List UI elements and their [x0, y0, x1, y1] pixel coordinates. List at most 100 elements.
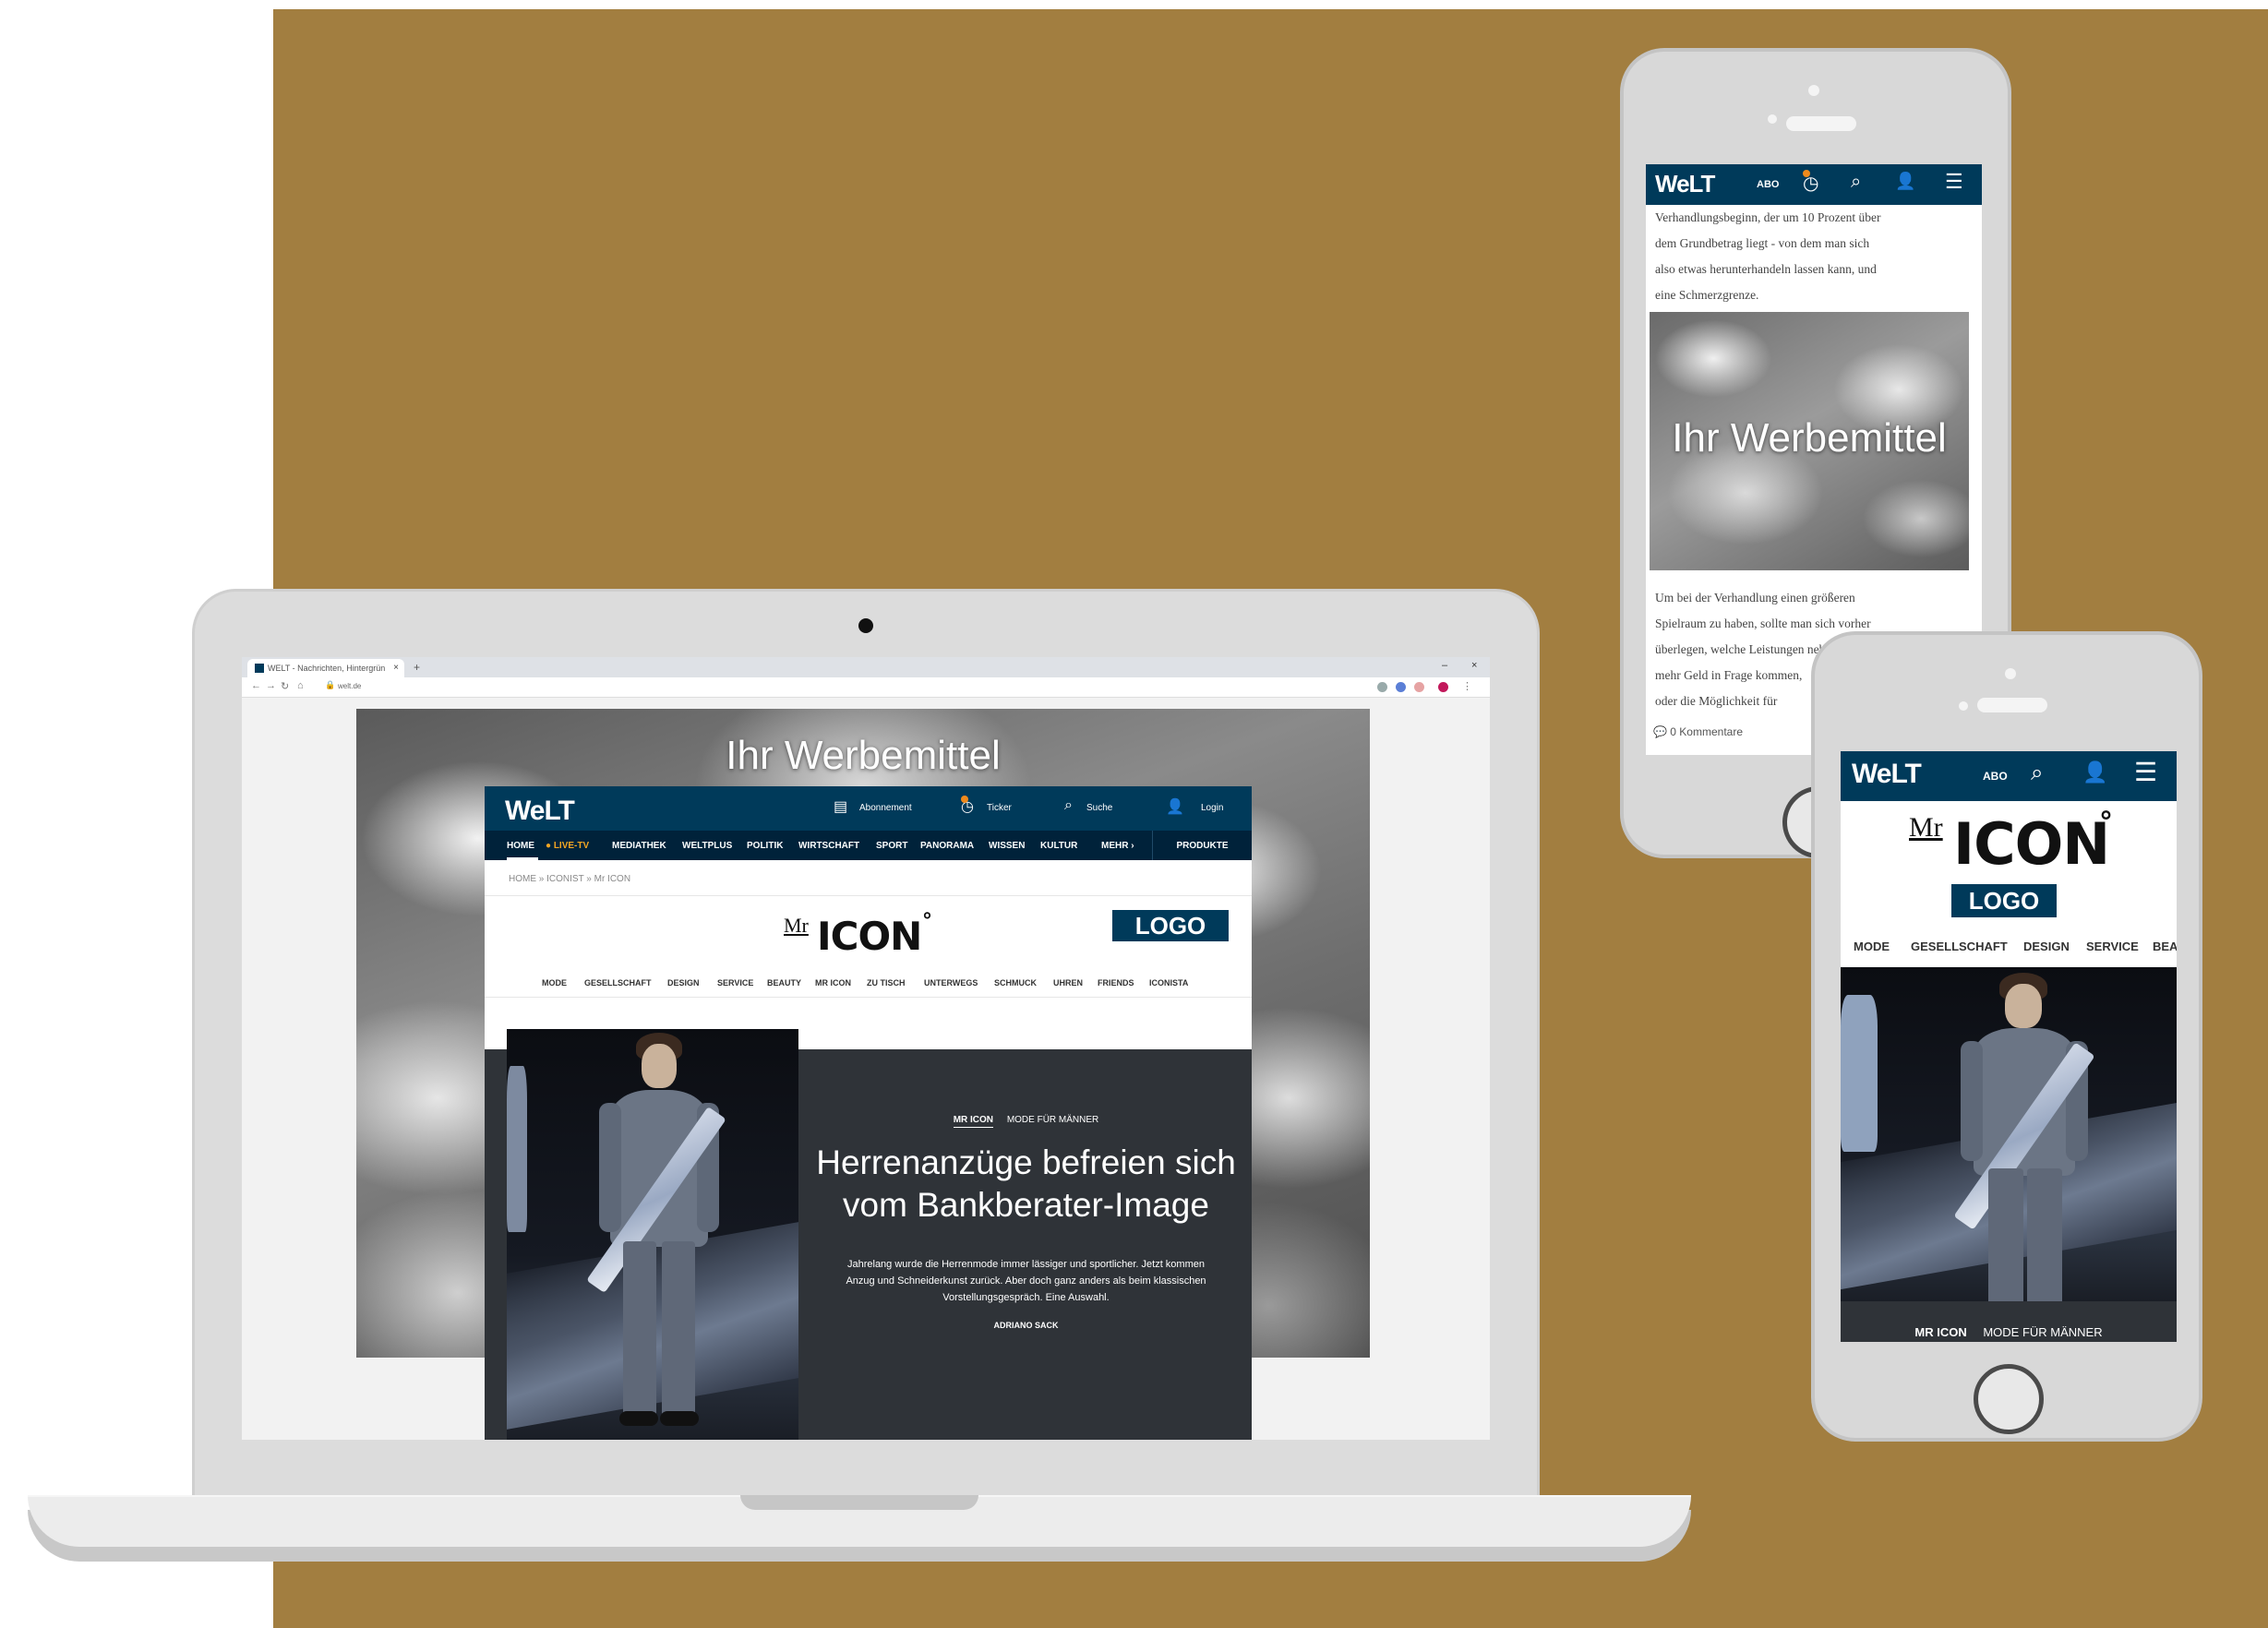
teaser-image[interactable] [1841, 967, 2177, 1301]
subnav-item[interactable]: ICONISTA [1149, 978, 1188, 988]
nav-active-indicator [507, 857, 538, 860]
nav-home[interactable]: HOME [507, 841, 534, 851]
forward-arrow-icon[interactable]: → [266, 680, 276, 691]
welt-header-mobile: WeLT ABO ◷ ⌕ 👤 ☰ [1646, 164, 1982, 205]
phone-speaker [1786, 116, 1856, 131]
breadcrumb[interactable]: HOME » ICONIST » Mr ICON [509, 874, 630, 884]
subnav-item[interactable]: MODE [542, 978, 567, 988]
profile-avatar[interactable] [1438, 682, 1448, 692]
comment-icon: 💬 [1653, 725, 1667, 738]
subnav-item[interactable]: UNTERWEGS [924, 978, 978, 988]
subnav-item[interactable]: SCHMUCK [994, 978, 1037, 988]
subnav-item[interactable]: SERVICE [717, 978, 753, 988]
mr-icon-logo[interactable]: Mr ICON ° [784, 910, 941, 964]
search-icon[interactable]: ⌕ [1851, 172, 1861, 193]
nav-mehr-label: MEHR [1101, 841, 1129, 851]
ticker-link[interactable]: Ticker [987, 803, 1012, 813]
mr-icon-logo-mr: Mr [784, 914, 809, 937]
subnav-item[interactable]: GESELLSCHAFT [584, 978, 652, 988]
subnav-item[interactable]: UHREN [1053, 978, 1083, 988]
background-model [507, 1066, 527, 1232]
extension-icon[interactable] [1396, 682, 1406, 692]
teaser-image[interactable] [507, 1029, 798, 1440]
browser-tab[interactable]: WELT - Nachrichten, Hintergrün × [247, 659, 404, 677]
model-figure [562, 1029, 747, 1440]
nav-live-tv[interactable]: ● LIVE-TV [546, 841, 589, 851]
nav-mediathek[interactable]: MEDIATHEK [612, 841, 666, 851]
subnav-item[interactable]: BEAUTY [767, 978, 801, 988]
nav-kultur[interactable]: KULTUR [1040, 841, 1077, 851]
window-close-icon[interactable]: × [1471, 660, 1477, 671]
mr-icon-logo-degree: ° [2099, 807, 2113, 839]
subnav-item[interactable]: GESELLSCHAFT [1911, 940, 2008, 953]
subnav-item[interactable]: MR ICON [815, 978, 851, 988]
login-link[interactable]: Login [1201, 803, 1223, 813]
extension-icon[interactable] [1377, 682, 1387, 692]
abonnement-link[interactable]: Abonnement [859, 803, 912, 813]
nav-produkte[interactable]: PRODUKTE [1152, 831, 1252, 860]
mr-icon-logo-text: ICON [817, 914, 922, 959]
user-icon[interactable]: 👤 [2082, 760, 2107, 784]
back-arrow-icon[interactable]: ← [251, 680, 261, 691]
mr-icon-logo-degree: ° [922, 910, 932, 933]
article-line: also etwas herunterhandeln lassen kann, … [1655, 262, 1877, 276]
welt-logo[interactable]: WeLT [1655, 170, 1715, 198]
phone-front-camera [2005, 668, 2016, 679]
browser-tab-bar: WELT - Nachrichten, Hintergrün × + ‒ × [242, 657, 1490, 677]
logo-placeholder: LOGO [1112, 910, 1229, 941]
article-paragraph: Verhandlungsbeginn, der um 10 Prozent üb… [1655, 205, 1969, 308]
welt-logo[interactable]: WeLT [505, 796, 575, 827]
ticker-notification-badge [1803, 170, 1810, 177]
teaser-kicker: MR ICON MODE FÜR MÄNNER [811, 1115, 1241, 1128]
search-icon[interactable]: ⌕ [2031, 760, 2043, 786]
tab-close-icon[interactable]: × [393, 663, 399, 673]
user-icon[interactable]: 👤 [1895, 172, 1915, 191]
ticker-notification-badge [961, 796, 968, 803]
subnav-item[interactable]: MODE [1854, 940, 1890, 953]
minimize-icon[interactable]: ‒ [1442, 660, 1447, 671]
nav-sport[interactable]: SPORT [876, 841, 907, 851]
teaser-text[interactable]: MR ICON MODE FÜR MÄNNER Herrenanzüge bef… [811, 1049, 1241, 1440]
subnav-item[interactable]: ZU TISCH [867, 978, 906, 988]
nav-weltplus[interactable]: WELTPLUS [682, 841, 732, 851]
mr-icon-logo[interactable]: Mr ICON ° [1909, 807, 2113, 879]
left-arm [599, 1103, 621, 1232]
divider [485, 997, 1252, 998]
kicker-primary: MR ICON [1914, 1325, 1967, 1339]
subnav-item[interactable]: FRIENDS [1098, 978, 1134, 988]
search-link[interactable]: Suche [1086, 803, 1112, 813]
hamburger-menu-icon[interactable]: ☰ [1945, 170, 1963, 194]
url-input[interactable]: welt.de [338, 682, 361, 690]
laptop-camera [858, 618, 873, 633]
abo-link[interactable]: ABO [1757, 179, 1779, 190]
welt-logo[interactable]: WeLT [1852, 759, 1922, 790]
nav-mehr[interactable]: MEHR › [1101, 841, 1134, 851]
left-leg [623, 1241, 656, 1417]
user-icon: 👤 [1166, 799, 1184, 815]
reload-icon[interactable]: ↻ [281, 680, 289, 692]
nav-politik[interactable]: POLITIK [747, 841, 783, 851]
new-tab-button[interactable]: + [414, 661, 420, 674]
subnav-item[interactable]: BEA [2153, 940, 2177, 953]
left-leg [1988, 1168, 2023, 1301]
subnav-item[interactable]: DESIGN [667, 978, 700, 988]
comments-count: 0 Kommentare [1670, 725, 1743, 738]
laptop-notch [740, 1495, 978, 1510]
teaser-headline[interactable]: Herrenanzüge befreien sich vom Bankberat… [811, 1142, 1241, 1227]
subnav-item[interactable]: DESIGN [2023, 940, 2070, 953]
article-line: Um bei der Verhandlung einen größeren [1655, 591, 1855, 605]
head [642, 1044, 677, 1088]
home-icon[interactable]: ⌂ [297, 680, 304, 691]
extension-icon[interactable] [1414, 682, 1424, 692]
ad-placeholder-label: Ihr Werbemittel [726, 733, 1001, 778]
welt-header-mobile: WeLT ABO ⌕ 👤 ☰ [1841, 751, 2177, 801]
welt-header: WeLT ▤ Abonnement ◷ Ticker ⌕ Suche 👤 Log… [485, 786, 1252, 831]
abo-link[interactable]: ABO [1983, 770, 2008, 783]
nav-wissen[interactable]: WISSEN [989, 841, 1025, 851]
browser-menu-icon[interactable]: ⋮ [1462, 680, 1472, 692]
hamburger-menu-icon[interactable]: ☰ [2134, 757, 2157, 787]
nav-panorama[interactable]: PANORAMA [920, 841, 974, 851]
nav-wirtschaft[interactable]: WIRTSCHAFT [798, 841, 859, 851]
phone-home-button[interactable] [1974, 1364, 2044, 1434]
subnav-item[interactable]: SERVICE [2086, 940, 2139, 953]
